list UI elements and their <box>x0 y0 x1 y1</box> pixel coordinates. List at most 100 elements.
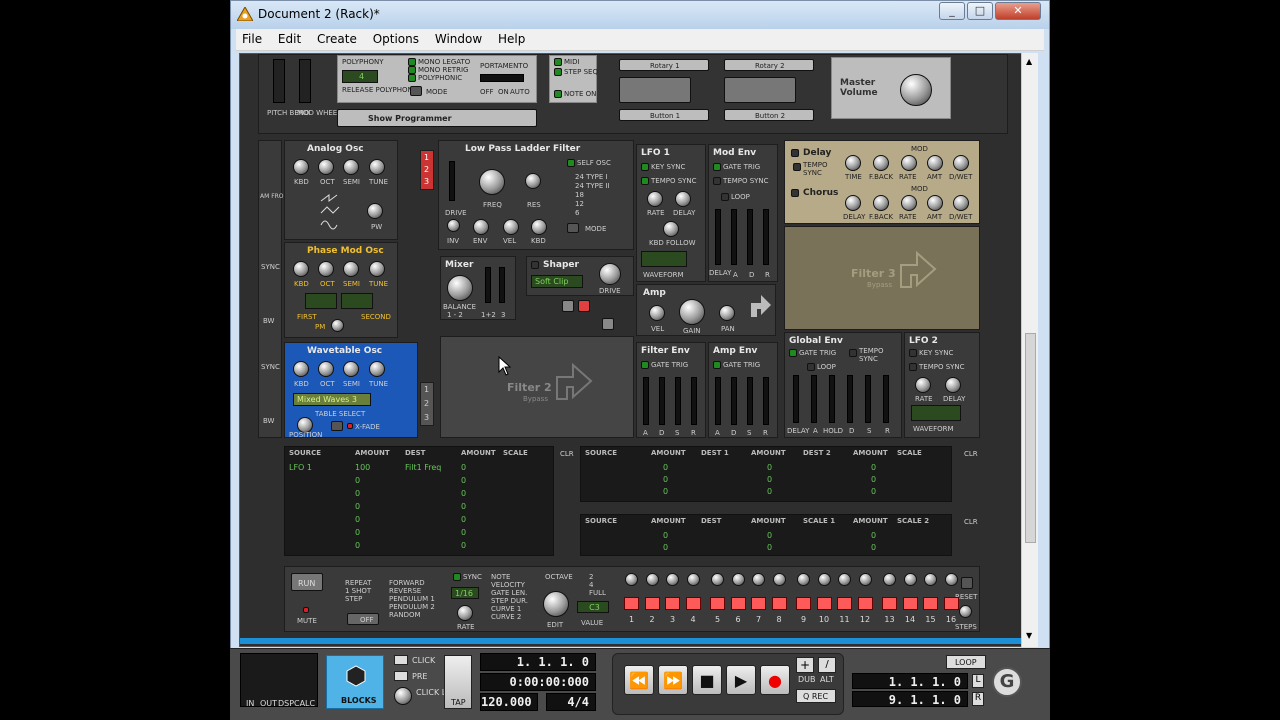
tempo-display[interactable]: 120.000 <box>480 693 538 711</box>
polyphony-display[interactable]: 4 <box>342 70 378 83</box>
global-env-gate-trig-led[interactable] <box>789 349 797 357</box>
mm-right-cell[interactable]: 0 <box>871 531 876 540</box>
mode-random[interactable]: RANDOM <box>389 611 421 619</box>
mm-left-cell[interactable]: 0 <box>461 541 466 550</box>
delay-amt-knob[interactable] <box>927 155 943 171</box>
pm-knob[interactable] <box>331 319 344 332</box>
run-button[interactable]: RUN <box>291 573 323 591</box>
mm-left-cell[interactable]: 0 <box>461 502 466 511</box>
mm-right-cell[interactable]: 0 <box>663 543 668 552</box>
mm-right-cell[interactable]: 0 <box>871 543 876 552</box>
mixer-fader-2[interactable] <box>499 267 505 303</box>
route-num-1[interactable]: 1 <box>424 153 429 162</box>
scroll-thumb[interactable] <box>1025 333 1036 543</box>
seq-dest-curve2[interactable]: CURVE 2 <box>491 613 521 621</box>
amp-env-a-fader[interactable] <box>715 377 721 425</box>
mm-right-cell[interactable]: 0 <box>767 475 772 484</box>
step-button[interactable] <box>751 597 766 610</box>
step-knob[interactable] <box>903 573 917 586</box>
pre-checkbox[interactable] <box>394 671 408 681</box>
mixer-balance-knob[interactable] <box>447 275 473 301</box>
mod-env-loop-led[interactable] <box>721 193 729 201</box>
mm-left-cell[interactable]: 0 <box>355 515 360 524</box>
mm-right-cell[interactable]: 0 <box>663 531 668 540</box>
chorus-dwet-knob[interactable] <box>953 195 969 211</box>
step-button[interactable] <box>796 597 811 610</box>
dir-repeat[interactable]: REPEAT <box>345 579 371 587</box>
lfo2-delay-knob[interactable] <box>945 377 961 393</box>
mm-right-cell[interactable]: 0 <box>767 531 772 540</box>
song-time-display[interactable]: 0:00:00:000 <box>480 673 596 691</box>
chorus-delay-knob[interactable] <box>845 195 861 211</box>
global-env-s-fader[interactable] <box>865 375 871 423</box>
rotary1-control[interactable] <box>619 77 691 103</box>
mm-right-cell[interactable]: 0 <box>871 475 876 484</box>
button1[interactable]: Button 1 <box>619 109 709 121</box>
step-knob[interactable] <box>924 573 937 586</box>
mod-wheel[interactable] <box>299 59 311 103</box>
step-knob[interactable] <box>797 573 810 586</box>
right-locator-display[interactable]: 9. 1. 1. 0 <box>852 691 968 707</box>
self-osc-led[interactable] <box>567 159 575 167</box>
filter-env-s-fader[interactable] <box>675 377 681 425</box>
route-num-2[interactable]: 2 <box>424 165 429 174</box>
shaper-mode-display[interactable]: Soft Clip <box>531 275 583 288</box>
seq-dest-note[interactable]: NOTE <box>491 573 510 581</box>
step-button[interactable] <box>710 597 725 610</box>
mm-left-cell[interactable]: 0 <box>461 489 466 498</box>
seq-dest-curve1[interactable]: CURVE 1 <box>491 605 521 613</box>
amp-env-gate-trig-led[interactable] <box>713 361 721 369</box>
seq-dest-gate-len[interactable]: GATE LEN. <box>491 589 527 597</box>
step-knob[interactable] <box>625 573 638 586</box>
mute-label[interactable]: MUTE <box>297 617 317 625</box>
mono-legato-led[interactable] <box>408 58 416 66</box>
global-env-loop-led[interactable] <box>807 363 815 371</box>
lfo1-kbd-follow-knob[interactable] <box>663 221 679 237</box>
left-locator-display[interactable]: 1. 1. 1. 0 <box>852 673 968 689</box>
mm-left-clr[interactable]: CLR <box>560 450 574 458</box>
step-button[interactable] <box>902 597 918 610</box>
step-button[interactable] <box>857 597 873 610</box>
routing-button-2[interactable] <box>578 300 590 312</box>
filter-type-18[interactable]: 18 <box>575 191 584 199</box>
chorus-enable-led[interactable] <box>791 189 799 197</box>
global-env-delay-fader[interactable] <box>793 375 799 423</box>
seq-off-button[interactable]: OFF <box>347 613 379 625</box>
step-knob[interactable] <box>711 573 724 586</box>
steps-knob[interactable] <box>959 605 972 618</box>
right-locator-button[interactable]: R <box>972 692 984 706</box>
mono-retrig-led[interactable] <box>408 66 416 74</box>
filter1-mode-button[interactable] <box>567 223 579 233</box>
maximize-button[interactable]: □ <box>967 2 993 20</box>
menu-create[interactable]: Create <box>311 29 363 46</box>
amp-gain-knob[interactable] <box>679 299 705 325</box>
mod-env-gate-trig-led[interactable] <box>713 163 721 171</box>
minimize-button[interactable]: _ <box>939 2 965 20</box>
left-locator-button[interactable]: L <box>972 674 984 688</box>
filter-type-12[interactable]: 12 <box>575 200 584 208</box>
amp-env-s-fader[interactable] <box>747 377 753 425</box>
seq-edit-knob[interactable] <box>543 591 569 617</box>
mm-left-cell[interactable]: 0 <box>461 476 466 485</box>
mm-left-cell[interactable]: 0 <box>355 476 360 485</box>
filter1-freq-knob[interactable] <box>479 169 505 195</box>
pitch-bend-wheel[interactable] <box>273 59 285 103</box>
dir-1shot[interactable]: 1 SHOT <box>345 587 371 595</box>
pm-oct-knob[interactable] <box>318 261 334 277</box>
chorus-fback-knob[interactable] <box>873 195 889 211</box>
dir-step[interactable]: STEP <box>345 595 362 603</box>
click-checkbox[interactable] <box>394 655 408 665</box>
step-button[interactable] <box>923 597 938 610</box>
mm-left-cell[interactable]: 0 <box>355 502 360 511</box>
wt-oct-knob[interactable] <box>318 361 334 377</box>
menu-window[interactable]: Window <box>429 29 488 46</box>
global-env-r-fader[interactable] <box>883 375 889 423</box>
mixer-fader-1[interactable] <box>485 267 491 303</box>
step-knob[interactable] <box>686 573 700 586</box>
step-button[interactable] <box>624 597 639 610</box>
filter-env-d-fader[interactable] <box>659 377 665 425</box>
scroll-up-icon[interactable]: ▲ <box>1026 57 1032 66</box>
step-knob[interactable] <box>772 573 786 586</box>
mm-right-cell[interactable]: 0 <box>663 475 668 484</box>
step-knob[interactable] <box>645 573 659 586</box>
